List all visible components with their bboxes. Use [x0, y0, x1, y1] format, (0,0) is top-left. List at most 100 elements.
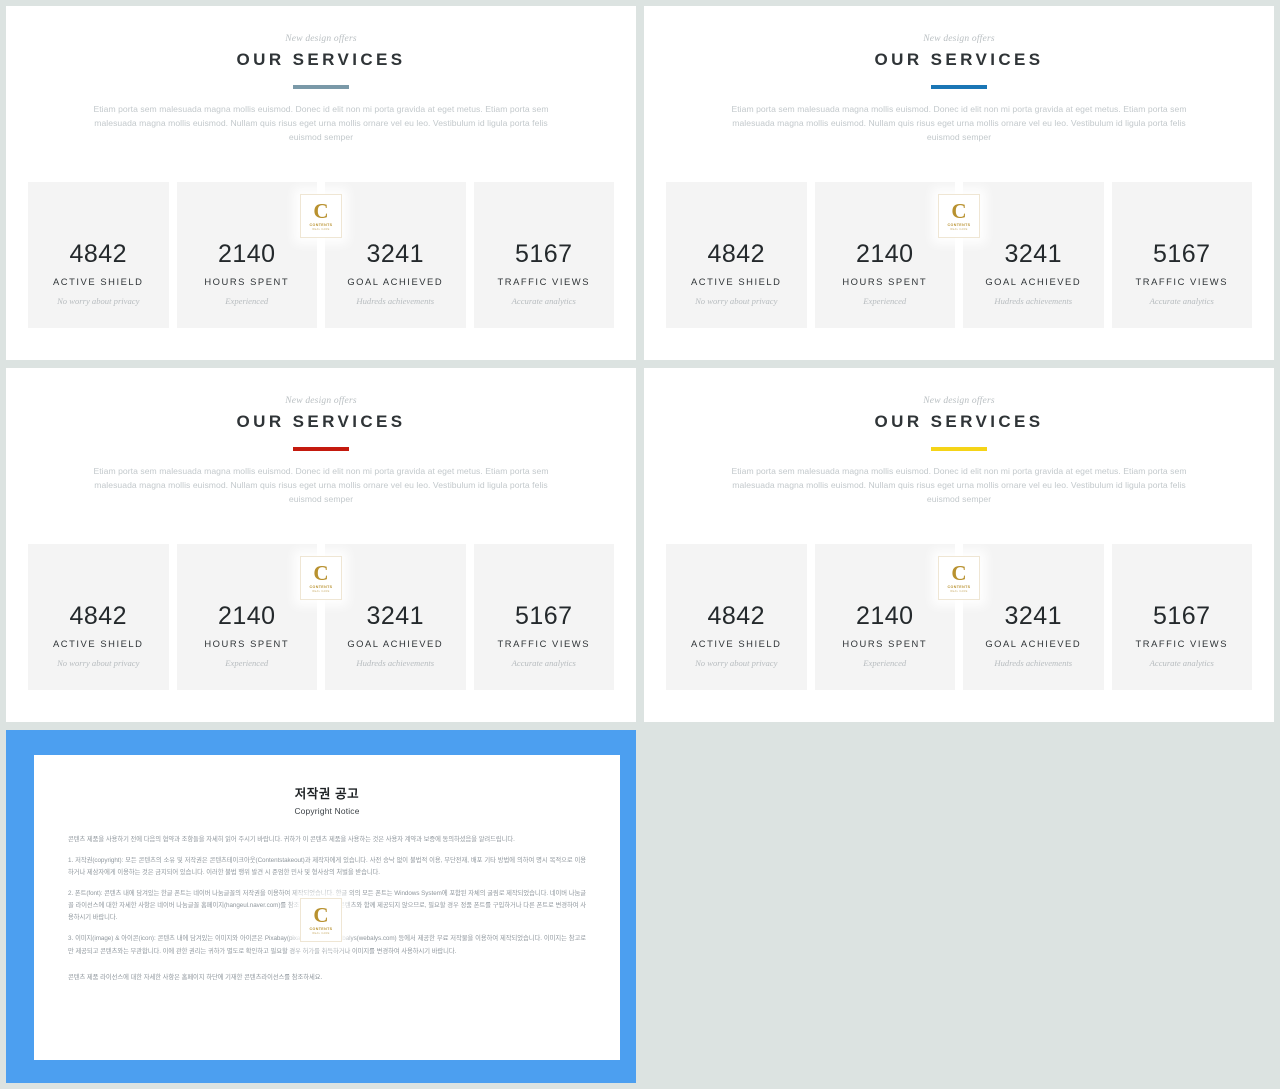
stat-sublabel: No worry about privacy	[695, 658, 778, 668]
slide-eyebrow: New design offers	[923, 34, 995, 44]
stat-sublabel: Experienced	[863, 296, 907, 306]
stat-label: GOAL ACHIEVED	[985, 276, 1082, 287]
stat-card[interactable]: 3241 GOAL ACHIEVED Hudreds achievements	[325, 544, 466, 690]
watermark-name: CONTENTS	[309, 585, 333, 589]
copyright-intro: 콘텐츠 제품을 사용하기 전에 다음의 협약과 조항들을 자세히 읽어 주시기 …	[68, 836, 515, 843]
watermark-letter: C	[951, 561, 967, 585]
contents-watermark-logo-icon: C CONTENTS REAL CARE	[300, 556, 342, 600]
stat-sublabel: Accurate analytics	[1149, 296, 1214, 306]
stat-card[interactable]: 5167 TRAFFIC VIEWS Accurate analytics	[473, 182, 614, 328]
stat-label: TRAFFIC VIEWS	[1135, 276, 1229, 287]
stat-card[interactable]: 2140 HOURS SPENT Experienced	[176, 182, 317, 328]
stat-card[interactable]: 5167 TRAFFIC VIEWS Accurate analytics	[1111, 182, 1252, 328]
slide-eyebrow: New design offers	[285, 396, 357, 406]
watermark-name: CONTENTS	[309, 223, 333, 227]
stat-value: 5167	[1152, 602, 1211, 630]
stat-label: HOURS SPENT	[842, 276, 928, 287]
watermark-tagline: REAL CARE	[950, 228, 968, 231]
slide-content-4: New design offers OUR SERVICES Etiam por…	[644, 396, 1274, 722]
stat-label: HOURS SPENT	[842, 638, 928, 649]
stat-card[interactable]: 4842 ACTIVE SHIELD No worry about privac…	[28, 544, 169, 690]
stat-value: 5167	[1152, 240, 1211, 268]
stat-sublabel: Hudreds achievements	[356, 296, 435, 306]
stat-sublabel: No worry about privacy	[57, 296, 140, 306]
stat-card[interactable]: 5167 TRAFFIC VIEWS Accurate analytics	[473, 544, 614, 690]
stat-sublabel: Experienced	[863, 658, 907, 668]
slide-lede: Etiam porta sem malesuada magna mollis e…	[731, 104, 1187, 142]
stat-sublabel: Experienced	[225, 658, 269, 668]
stat-card[interactable]: 3241 GOAL ACHIEVED Hudreds achievements	[963, 544, 1104, 690]
slide-thumbnail-2[interactable]: New design offers OUR SERVICES Etiam por…	[644, 6, 1274, 360]
slide-lede: Etiam porta sem malesuada magna mollis e…	[93, 104, 549, 142]
stat-sublabel: Hudreds achievements	[994, 296, 1073, 306]
stat-value: 3241	[366, 602, 425, 630]
stat-label: ACTIVE SHIELD	[53, 638, 144, 649]
copyright-paragraph: 1. 저작권(copyright): 모든 콘텐츠의 소유 및 저작권은 콘텐츠…	[68, 857, 586, 877]
contents-watermark-logo-icon: C CONTENTS REAL CARE	[300, 194, 342, 238]
contents-watermark-logo-icon: C CONTENTS REAL CARE	[938, 194, 980, 238]
watermark-letter: C	[951, 199, 967, 223]
stat-sublabel: Hudreds achievements	[356, 658, 435, 668]
accent-rule	[293, 85, 349, 89]
copyright-subtitle: Copyright Notice	[294, 806, 360, 816]
accent-rule	[931, 447, 987, 451]
stat-value: 5167	[514, 240, 573, 268]
stat-label: ACTIVE SHIELD	[53, 276, 144, 287]
slide-headline: OUR SERVICES	[236, 50, 406, 69]
stat-sublabel: Experienced	[225, 296, 269, 306]
stat-card[interactable]: 4842 ACTIVE SHIELD No worry about privac…	[28, 182, 169, 328]
stat-sublabel: Accurate analytics	[511, 658, 576, 668]
stat-value: 3241	[1004, 602, 1063, 630]
stat-sublabel: Accurate analytics	[1149, 658, 1214, 668]
stat-card[interactable]: 4842 ACTIVE SHIELD No worry about privac…	[666, 182, 807, 328]
contents-watermark-logo-icon: C CONTENTS REAL CARE	[300, 898, 342, 942]
watermark-letter: C	[313, 199, 329, 223]
stat-value: 2140	[217, 602, 276, 630]
stat-label: TRAFFIC VIEWS	[497, 638, 591, 649]
watermark-letter: C	[313, 903, 329, 927]
slide-lede: Etiam porta sem malesuada magna mollis e…	[731, 466, 1187, 504]
watermark-name: CONTENTS	[947, 223, 971, 227]
slide-eyebrow: New design offers	[285, 34, 357, 44]
stat-label: TRAFFIC VIEWS	[1135, 638, 1229, 649]
watermark-tagline: REAL CARE	[312, 932, 330, 935]
stat-card[interactable]: 3241 GOAL ACHIEVED Hudreds achievements	[963, 182, 1104, 328]
slide-content-3: New design offers OUR SERVICES Etiam por…	[6, 396, 636, 722]
stat-value: 4842	[707, 602, 766, 630]
stat-card[interactable]: 4842 ACTIVE SHIELD No worry about privac…	[666, 544, 807, 690]
stat-value: 4842	[707, 240, 766, 268]
stat-value: 2140	[217, 240, 276, 268]
stat-value: 3241	[1004, 240, 1063, 268]
slide-thumbnail-3[interactable]: New design offers OUR SERVICES Etiam por…	[6, 368, 636, 722]
slide-headline: OUR SERVICES	[874, 50, 1044, 69]
stat-value: 4842	[69, 602, 128, 630]
stat-value: 5167	[514, 602, 573, 630]
copyright-footer: 콘텐츠 제품 라이선스에 대한 자세한 사항은 홈페이지 하단에 기재한 콘텐츠…	[68, 973, 323, 981]
accent-rule	[293, 447, 349, 451]
stat-card[interactable]: 2140 HOURS SPENT Experienced	[814, 544, 955, 690]
stat-sublabel: No worry about privacy	[695, 296, 778, 306]
slide-thumbnail-4[interactable]: New design offers OUR SERVICES Etiam por…	[644, 368, 1274, 722]
stat-label: HOURS SPENT	[204, 276, 290, 287]
stat-label: GOAL ACHIEVED	[347, 638, 444, 649]
contents-watermark-logo-icon: C CONTENTS REAL CARE	[938, 556, 980, 600]
slide-thumbnail-copyright[interactable]: 저작권 공고 Copyright Notice 콘텐츠 제품을 사용하기 전에 …	[6, 730, 636, 1083]
stat-card[interactable]: 5167 TRAFFIC VIEWS Accurate analytics	[1111, 544, 1252, 690]
slide-thumbnail-1[interactable]: New design offers OUR SERVICES Etiam por…	[6, 6, 636, 360]
stat-label: GOAL ACHIEVED	[347, 276, 444, 287]
slide-headline: OUR SERVICES	[236, 412, 406, 431]
watermark-letter: C	[313, 561, 329, 585]
stat-card[interactable]: 3241 GOAL ACHIEVED Hudreds achievements	[325, 182, 466, 328]
watermark-tagline: REAL CARE	[950, 590, 968, 593]
stat-value: 4842	[69, 240, 128, 268]
watermark-tagline: REAL CARE	[312, 228, 330, 231]
slide-deck-overview: New design offers OUR SERVICES Etiam por…	[0, 0, 1280, 1089]
stat-value: 2140	[855, 602, 914, 630]
stat-label: HOURS SPENT	[204, 638, 290, 649]
watermark-name: CONTENTS	[309, 927, 333, 931]
stat-card[interactable]: 2140 HOURS SPENT Experienced	[814, 182, 955, 328]
slide-content-1: New design offers OUR SERVICES Etiam por…	[6, 34, 636, 360]
stat-label: TRAFFIC VIEWS	[497, 276, 591, 287]
stat-card[interactable]: 2140 HOURS SPENT Experienced	[176, 544, 317, 690]
slide-content-2: New design offers OUR SERVICES Etiam por…	[644, 34, 1274, 360]
